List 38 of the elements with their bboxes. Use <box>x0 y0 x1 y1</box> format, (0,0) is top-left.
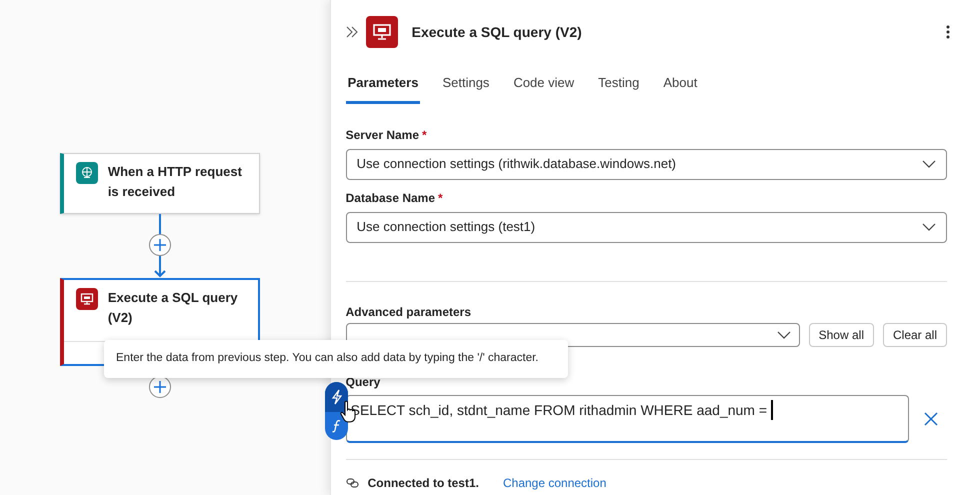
change-connection-link[interactable]: Change connection <box>502 474 606 492</box>
monitor-icon <box>76 288 98 310</box>
field-label: Server Name <box>346 126 420 144</box>
required-asterisk: * <box>422 126 427 144</box>
connection-status: Connected to test1. <box>368 474 479 492</box>
tab[interactable]: Code view <box>511 73 576 104</box>
globe-icon <box>76 162 98 184</box>
chevron-down-icon <box>776 330 791 338</box>
node-title: When a HTTP request is received <box>108 163 243 201</box>
tab[interactable]: Parameters <box>346 73 420 104</box>
add-step-button[interactable] <box>148 234 171 256</box>
tooltip: Enter the data from previous step. You can also add data by typing the '/' character. <box>104 340 568 378</box>
function-icon <box>332 419 342 433</box>
chevron-down-icon <box>922 223 936 231</box>
arrow-icon <box>154 256 166 278</box>
collapse-icon[interactable] <box>346 26 358 38</box>
workflow-node-card[interactable]: When a HTTP request is received <box>60 153 260 214</box>
tab[interactable]: Testing <box>596 73 642 104</box>
close-icon[interactable] <box>924 412 938 426</box>
required-asterisk: * <box>438 190 443 206</box>
link-icon <box>346 478 359 488</box>
field-label: Database Name <box>346 190 436 206</box>
node-title: Execute a SQL query (V2) <box>108 289 239 327</box>
action-button[interactable]: Show all <box>808 322 874 346</box>
sql-monitor-icon <box>366 16 398 48</box>
tab[interactable]: Settings <box>440 73 492 104</box>
lightning-icon <box>330 389 342 405</box>
tab[interactable]: About <box>661 73 700 104</box>
plus-icon <box>152 238 167 252</box>
plus-icon <box>152 380 167 394</box>
section-label: Advanced parameters <box>346 304 472 320</box>
more-options-icon[interactable] <box>946 25 950 39</box>
select-field[interactable]: Use connection settings (test1) <box>346 212 947 242</box>
add-step-button[interactable] <box>148 376 171 398</box>
select-field[interactable]: Use connection settings (rithwik.database.windows.net) <box>346 148 947 180</box>
action-button[interactable]: Clear all <box>882 322 947 346</box>
panel-title: Execute a SQL query (V2) <box>412 22 582 42</box>
chevron-down-icon <box>922 160 936 168</box>
